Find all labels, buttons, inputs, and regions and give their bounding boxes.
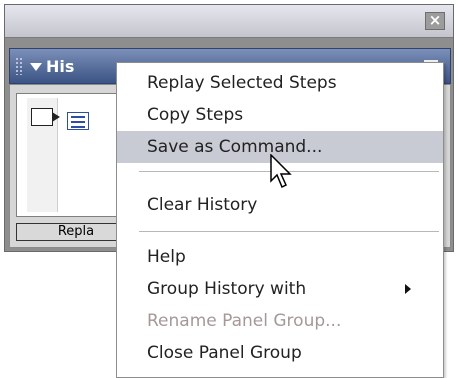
menu-item-rename-panel-group: Rename Panel Group... [147,311,342,331]
close-icon[interactable]: × [425,12,445,30]
menu-item-copy-steps[interactable]: Copy Steps [117,99,443,131]
mouse-pointer-icon [270,154,292,189]
step-icon[interactable] [67,112,89,130]
menu-separator [139,231,439,232]
menu-item-replay-selected-steps[interactable]: Replay Selected Steps [117,67,443,99]
history-slider-icon[interactable] [31,108,60,126]
chevron-right-icon [405,284,411,294]
menu-item-group-history-with[interactable]: Group History with [117,273,443,305]
menu-item-label: Group History with [147,279,307,299]
window-titlebar[interactable]: × [5,5,453,38]
menu-item-close-panel-group[interactable]: Close Panel Group [117,337,443,369]
grip-icon[interactable] [15,57,23,75]
panel-title: His [46,57,75,76]
menu-item-clear-history[interactable]: Clear History [117,189,443,221]
history-slider-track[interactable] [27,98,60,212]
context-menu: Replay Selected Steps Copy Steps Save as… [116,62,444,378]
menu-item-help[interactable]: Help [117,241,443,273]
triangle-down-icon[interactable] [30,63,42,71]
